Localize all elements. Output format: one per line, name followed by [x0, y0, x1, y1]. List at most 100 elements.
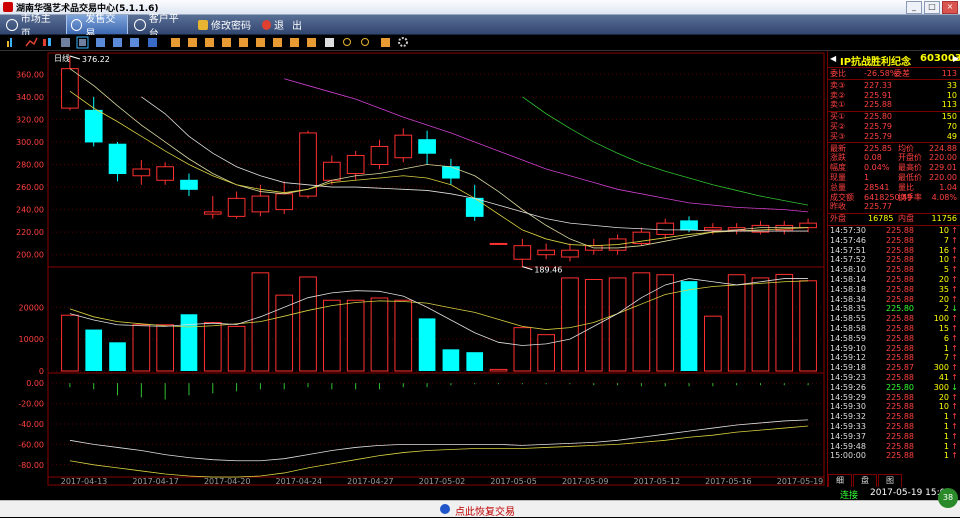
bottom-bar: 点此恢复交易 [0, 500, 960, 518]
arrow-up-icon: ↑ [951, 353, 958, 363]
period-icon-9[interactable] [307, 38, 316, 47]
stat-label: 昨收 [830, 202, 846, 212]
close-icon[interactable]: × [942, 1, 958, 14]
kline-icon[interactable] [43, 38, 51, 46]
tool-icon-3[interactable] [130, 38, 139, 47]
tool-icon-2[interactable] [113, 38, 122, 47]
macd-dif-line [69, 419, 809, 462]
stat-row: 昨收 225.77 [828, 202, 960, 212]
bar-chart-icon[interactable] [7, 38, 12, 47]
arrow-up-icon: ↑ [951, 363, 958, 373]
date-tick-label: 2017-04-27 [347, 477, 394, 486]
stat-label: 总量 [830, 182, 846, 192]
volume-bar [727, 274, 746, 372]
arrow-up-icon: ↑ [951, 392, 958, 402]
bid-row: 买③ 225.79 49 [828, 132, 960, 142]
lock-icon [198, 19, 208, 30]
period-icon-5[interactable] [239, 38, 248, 47]
volume-bar [513, 327, 532, 372]
window-icon[interactable] [61, 38, 70, 47]
menu-exit-2[interactable]: 出 [288, 15, 308, 34]
period-icon-10[interactable] [381, 38, 390, 47]
diff-value: 113 [941, 69, 957, 78]
candle-body [489, 242, 508, 245]
tick-price: 225.88 [886, 412, 914, 422]
menu-issue-trade[interactable]: 发售交易 [66, 14, 128, 40]
tab-book[interactable]: 盘 [853, 474, 877, 488]
tool-icon-4[interactable] [148, 38, 157, 47]
ask-row: 卖① 225.88 113 [828, 100, 960, 110]
gear-icon[interactable] [398, 37, 408, 47]
tick-row: 14:59:23 225.88 41 [828, 373, 960, 383]
tick-time: 14:59:18 [830, 363, 866, 373]
bid-price: 225.79 [864, 131, 892, 141]
volume-bar [109, 342, 126, 371]
period-icon-6[interactable] [256, 38, 265, 47]
tick-volume: 16 [938, 245, 949, 255]
tool-icon-1[interactable] [96, 38, 105, 47]
tick-time: 14:58:55 [830, 314, 866, 324]
period-icon-1[interactable] [171, 38, 180, 47]
macd-tick-label: -20.00 [18, 400, 44, 409]
candle-body [799, 222, 817, 229]
stat-label: 现量 [830, 173, 846, 182]
ask-volume: 113 [941, 100, 957, 110]
ask-price: 227.33 [864, 80, 892, 90]
globe-icon [134, 18, 146, 31]
volume-bar [680, 281, 698, 371]
bid-row: 买② 225.79 70 [828, 122, 960, 132]
candle-body [299, 132, 317, 197]
tick-volume: 5 [943, 265, 949, 275]
period-icon-3[interactable] [205, 38, 214, 47]
tick-volume: 300 [933, 363, 949, 373]
stat-value: 224.88 [929, 143, 957, 153]
volume-bar [608, 277, 627, 372]
ask-volume: 10 [946, 90, 957, 100]
max-price-label: 376.22 [82, 55, 110, 64]
tick-time: 14:59:26 [830, 382, 866, 392]
min-price-label: 189.46 [534, 266, 562, 275]
zoom-in-icon[interactable] [343, 38, 351, 46]
minimize-icon[interactable]: _ [906, 1, 922, 14]
period-icon-8[interactable] [290, 38, 299, 47]
tick-price: 225.88 [886, 245, 914, 255]
price-tick-label: 200.00 [16, 251, 44, 260]
menu-market-home[interactable]: 市场主页 [2, 14, 64, 40]
tab-chart[interactable]: 图 [878, 474, 902, 488]
zoom-out-icon[interactable] [361, 38, 369, 46]
stat-row: 幅度 0.04% 最高价 229.01 [828, 163, 960, 173]
line-chart-icon[interactable] [25, 37, 38, 47]
maximize-icon[interactable]: □ [924, 1, 940, 14]
candle-body [656, 222, 675, 235]
tick-volume: 10 [938, 255, 949, 265]
tab-detail[interactable]: 细 [828, 474, 852, 488]
period-icon-4[interactable] [222, 38, 231, 47]
arrow-up-icon: ↑ [951, 441, 958, 451]
notification-badge[interactable]: 38 [938, 488, 958, 508]
arrow-up-icon: ↑ [951, 275, 958, 284]
stat-value: 220.00 [929, 153, 957, 163]
stat-row: 总量 28541 量比 1.04 [828, 183, 960, 193]
stock-name: IP抗战胜利纪念 [840, 57, 912, 68]
tick-time: 14:59:10 [830, 343, 866, 353]
volume-bar [299, 276, 317, 372]
menu-change-password[interactable]: 修改密码 [194, 15, 256, 34]
tick-price: 225.88 [886, 255, 914, 265]
prev-stock-icon[interactable]: ◀ [830, 54, 836, 63]
menu-client-platform[interactable]: 客户平台 [130, 14, 192, 40]
period-icon-2[interactable] [188, 38, 197, 47]
kline-chart[interactable]: 日线 360.00 340.00 320.00 300.00 280.00 260.00 24… [0, 51, 826, 487]
candle-body [561, 249, 579, 258]
restore-icon [440, 504, 450, 514]
ratio-row: 委比 -26.58% 委差 113 [828, 69, 960, 79]
next-stock-icon[interactable]: ▶ [953, 54, 959, 63]
bid-label: 买① [830, 112, 846, 122]
stat-value: 28541 [864, 182, 890, 192]
tick-row: 14:58:35 225.80 2 [828, 304, 960, 314]
tick-volume: 20 [938, 294, 949, 304]
arrow-down-icon: ↓ [951, 304, 958, 314]
document-icon[interactable] [325, 38, 334, 47]
tick-volume: 1 [943, 451, 949, 461]
menu-exit[interactable]: 退 [258, 15, 288, 34]
period-icon-7[interactable] [273, 38, 282, 47]
